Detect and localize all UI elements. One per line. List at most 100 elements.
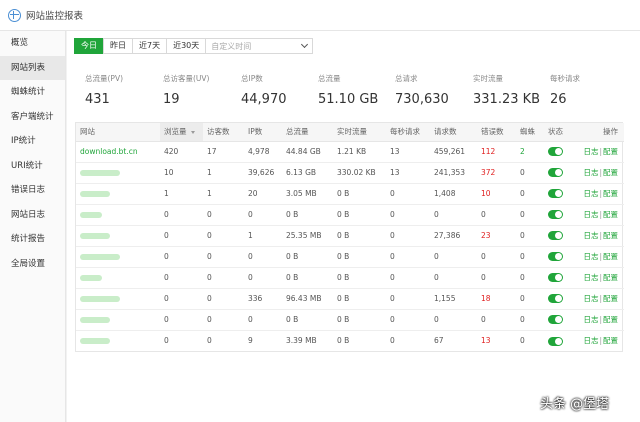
- cell-errors: 112: [477, 141, 516, 163]
- stat-label: 总流量: [318, 74, 341, 83]
- col-header-errors[interactable]: 错误数: [477, 123, 516, 142]
- sidebar-item-uri[interactable]: URI统计: [0, 154, 65, 179]
- stat-value: 431: [85, 92, 110, 107]
- log-link[interactable]: 日志: [583, 231, 598, 240]
- cell-realtime: 0 B: [333, 183, 386, 205]
- cell-qps: 0: [386, 246, 430, 268]
- cell-traffic: 96.43 MB: [282, 288, 333, 310]
- col-header-qps[interactable]: 每秒请求: [386, 123, 430, 142]
- cell-uv: 0: [203, 309, 244, 331]
- cell-errors: 372: [477, 162, 516, 184]
- col-header-spider[interactable]: 蜘蛛: [516, 123, 544, 142]
- title-bar: 网站监控报表: [0, 0, 640, 31]
- sidebar-item-overview[interactable]: 概览: [0, 31, 65, 56]
- col-header-requests[interactable]: 请求数: [430, 123, 477, 142]
- sidebar-item-error-log[interactable]: 错误日志: [0, 178, 65, 203]
- status-toggle[interactable]: [548, 189, 563, 199]
- col-header-pv[interactable]: 浏览量: [160, 123, 203, 142]
- sidebar-item-settings[interactable]: 全局设置: [0, 252, 65, 277]
- cell-site[interactable]: [76, 183, 160, 205]
- cell-site[interactable]: [76, 330, 160, 351]
- cell-uv: 17: [203, 141, 244, 163]
- col-header-ip[interactable]: IP数: [244, 123, 282, 142]
- sidebar-item-report[interactable]: 统计报告: [0, 227, 65, 252]
- status-toggle[interactable]: [548, 231, 563, 241]
- status-toggle[interactable]: [548, 273, 563, 283]
- date-yesterday-button[interactable]: 昨日: [103, 38, 133, 54]
- config-link[interactable]: 配置: [603, 336, 618, 345]
- date-7days-button[interactable]: 近7天: [132, 38, 168, 54]
- cell-uv: 0: [203, 288, 244, 310]
- stat-ip: 总IP数 44,970: [241, 73, 287, 107]
- cell-traffic: 0 B: [282, 204, 333, 226]
- cell-requests: 1,408: [430, 183, 477, 205]
- custom-date-select[interactable]: 自定义时间: [205, 38, 314, 54]
- cell-site[interactable]: [76, 246, 160, 268]
- cell-traffic: 3.39 MB: [286, 336, 317, 346]
- config-link[interactable]: 配置: [603, 231, 618, 240]
- date-30days-button[interactable]: 近30天: [166, 38, 207, 54]
- sidebar-item-site-log[interactable]: 网站日志: [0, 203, 65, 228]
- main-panel: 今日 昨日 近7天 近30天 自定义时间 总流量(PV) 431 总访客量(UV…: [67, 31, 640, 422]
- config-link[interactable]: 配置: [603, 315, 618, 324]
- cell-spider: 2: [516, 141, 544, 163]
- log-link[interactable]: 日志: [583, 315, 598, 324]
- log-link[interactable]: 日志: [583, 294, 598, 303]
- config-link[interactable]: 配置: [603, 147, 618, 156]
- cell-traffic: 0 B: [282, 246, 333, 268]
- cell-ip: 9: [248, 336, 253, 346]
- sidebar-item-sites[interactable]: 网站列表: [0, 55, 65, 80]
- cell-uv: 0: [207, 336, 212, 346]
- sidebar-item-ip[interactable]: IP统计: [0, 129, 65, 154]
- col-header-site[interactable]: 网站: [76, 123, 160, 142]
- ops-separator: |: [599, 315, 602, 324]
- sidebar-item-spider[interactable]: 蜘蛛统计: [0, 80, 65, 105]
- cell-requests: 459,261: [430, 141, 477, 163]
- cell-spider: 0: [516, 162, 544, 184]
- cell-site[interactable]: [76, 288, 160, 310]
- cell-site[interactable]: [76, 225, 160, 247]
- status-toggle[interactable]: [548, 147, 563, 157]
- status-toggle[interactable]: [548, 210, 563, 220]
- site-name: download.bt.cn: [80, 147, 138, 156]
- log-link[interactable]: 日志: [583, 273, 598, 282]
- config-link[interactable]: 配置: [603, 210, 618, 219]
- cell-ops: 日志|配置: [579, 141, 624, 163]
- stat-label: 总流量(PV): [85, 74, 124, 83]
- date-today-button[interactable]: 今日: [74, 38, 104, 54]
- cell-qps: 0: [386, 309, 430, 331]
- cell-qps: 13: [386, 141, 430, 163]
- cell-site[interactable]: [76, 204, 160, 226]
- log-link[interactable]: 日志: [583, 336, 598, 345]
- config-link[interactable]: 配置: [603, 189, 618, 198]
- cell-qps: 0: [386, 225, 430, 247]
- status-toggle[interactable]: [548, 315, 563, 325]
- config-link[interactable]: 配置: [603, 294, 618, 303]
- site-name-redacted: [80, 233, 110, 239]
- log-link[interactable]: 日志: [583, 252, 598, 261]
- col-header-traffic[interactable]: 总流量: [282, 123, 333, 142]
- config-link[interactable]: 配置: [603, 168, 618, 177]
- col-header-uv[interactable]: 访客数: [203, 123, 244, 142]
- cell-site[interactable]: [76, 162, 160, 184]
- cell-qps: 0: [386, 267, 430, 289]
- cell-uv: 1: [203, 162, 244, 184]
- sidebar-item-client[interactable]: 客户端统计: [0, 105, 65, 130]
- log-link[interactable]: 日志: [583, 168, 598, 177]
- log-link[interactable]: 日志: [583, 189, 598, 198]
- config-link[interactable]: 配置: [603, 273, 618, 282]
- col-header-realtime[interactable]: 实时流量: [333, 123, 386, 142]
- cell-site[interactable]: [76, 309, 160, 331]
- cell-site[interactable]: download.bt.cn: [76, 141, 160, 163]
- status-toggle[interactable]: [548, 294, 563, 304]
- log-link[interactable]: 日志: [583, 210, 598, 219]
- log-link[interactable]: 日志: [583, 147, 598, 156]
- status-toggle[interactable]: [548, 336, 563, 346]
- cell-realtime: 330.02 KB: [333, 162, 386, 184]
- status-toggle[interactable]: [548, 252, 563, 262]
- config-link[interactable]: 配置: [603, 252, 618, 261]
- cell-ip: 0: [244, 309, 282, 331]
- stat-traffic: 总流量 51.10 GB: [318, 73, 378, 107]
- cell-site[interactable]: [76, 267, 160, 289]
- status-toggle[interactable]: [548, 168, 563, 178]
